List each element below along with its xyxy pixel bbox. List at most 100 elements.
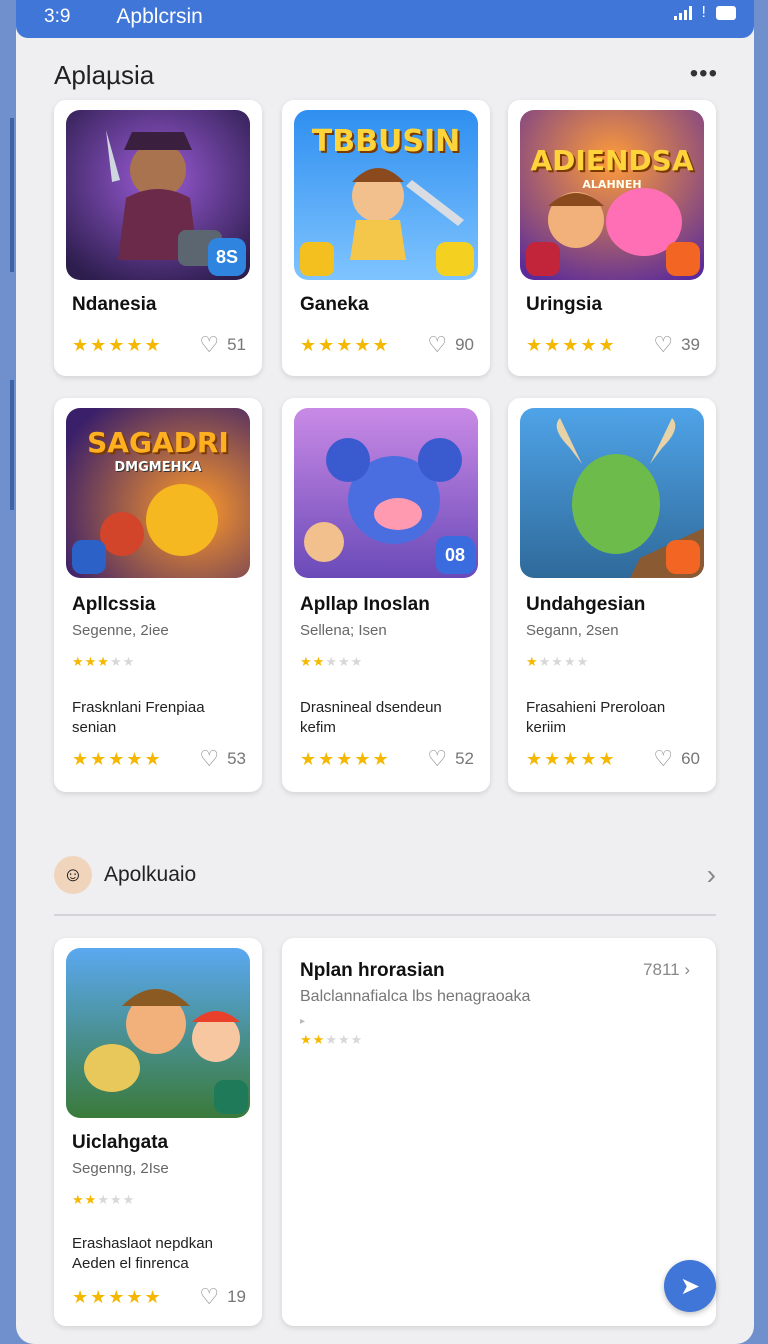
app-developer: Segenne, 2iee <box>72 622 169 639</box>
signal-icon <box>673 6 692 20</box>
like-count: 60 <box>681 749 700 768</box>
rating-row: ★★★★★ ♡ 53 <box>72 746 246 772</box>
play-icon: ▸ <box>300 1016 306 1027</box>
game-artwork <box>520 408 704 578</box>
likes: ♡ 39 <box>653 332 700 358</box>
app-name: Ganeka <box>300 294 369 315</box>
chevron-right-icon[interactable]: › <box>707 859 716 891</box>
small-star-rating: ★★★★★ <box>300 654 364 669</box>
app-thumbnail <box>520 408 704 578</box>
app-card[interactable]: TBBUSIN Ganeka ★★★★★ ♡ 90 <box>282 100 490 376</box>
likes: ♡ 51 <box>199 332 246 358</box>
app-description: Frasahieni Preroloan keriim <box>526 699 666 736</box>
game-title-art: ADIENDSA <box>530 144 694 177</box>
alert-icon: ! <box>701 4 706 21</box>
phone-screen: 3:9 Apblcrsin ! Aplaµsia ••• 8S Ndanesia… <box>16 0 754 1344</box>
app-title: Apblcrsin <box>116 5 203 28</box>
game-subtitle-art: ALAHNEH <box>582 178 642 191</box>
more-options-button[interactable]: ••• <box>690 60 718 88</box>
section-header[interactable]: ☺ Apolkuaio › <box>54 855 716 895</box>
likes: ♡ 53 <box>199 746 246 772</box>
star-rating: ★★★★★ <box>526 748 617 769</box>
app-name: Ndanesia <box>72 294 157 315</box>
status-bar: 3:9 Apblcrsin ! <box>16 0 754 38</box>
app-name: Uiclahgata <box>72 1132 169 1153</box>
like-count: 39 <box>681 335 700 354</box>
small-star-rating: ★★★★★ <box>72 654 136 669</box>
app-name: Apllap Inoslan <box>300 594 430 615</box>
app-card[interactable]: Uiclahgata Segenng, 2Ise ★★★★★ Erashasla… <box>54 938 262 1326</box>
heart-icon[interactable]: ♡ <box>653 332 673 358</box>
star-rating: ★★★★★ <box>526 334 617 355</box>
app-badge: 08 <box>436 536 474 574</box>
star-rating: ★★★★★ <box>72 1286 163 1307</box>
rating-row: ★★★★★ ♡ 90 <box>300 332 474 358</box>
detail-title: Nplan hrorasian <box>300 960 445 981</box>
small-star-rating: ★★★★★ <box>526 654 590 669</box>
likes: ♡ 19 <box>199 1284 246 1310</box>
star-rating: ★★★★★ <box>300 748 391 769</box>
likes: ♡ 90 <box>427 332 474 358</box>
app-developer: Segann, 2sen <box>526 622 619 639</box>
star-rating: ★★★★★ <box>300 334 391 355</box>
game-title-art: SAGADRI <box>87 426 229 459</box>
status-icons: ! <box>673 4 736 22</box>
likes: ♡ 60 <box>653 746 700 772</box>
section-title: Aplaµsia <box>54 60 155 90</box>
app-developer: Sellena; Isen <box>300 622 387 639</box>
app-description: Drasnineal dsendeun kefim <box>300 699 442 736</box>
rating-row: ★★★★★ ♡ 19 <box>72 1284 246 1310</box>
star-rating: ★★★★★ <box>72 334 163 355</box>
like-count: 53 <box>227 749 246 768</box>
app-card[interactable]: SAGADRI DMGMEHKA Apllcssia Segenne, 2iee… <box>54 398 262 792</box>
app-description: Frasknlani Frenpiaa senian <box>72 699 205 736</box>
app-name: Undahgesian <box>526 594 646 615</box>
app-name: Apllcssia <box>72 594 156 615</box>
small-star-rating: ★★★★★ <box>72 1192 136 1207</box>
app-thumbnail: ADIENDSA ALAHNEH <box>520 110 704 280</box>
chevron-right-icon: › <box>684 960 690 979</box>
game-subtitle-art: DMGMEHKA <box>114 460 202 475</box>
like-count: 90 <box>455 335 474 354</box>
app-developer: Segenng, 2Ise <box>72 1160 169 1177</box>
small-star-rating: ★★★★★ <box>300 1032 364 1047</box>
side-decoration <box>10 118 14 272</box>
heart-icon[interactable]: ♡ <box>427 332 447 358</box>
app-thumbnail: SAGADRI DMGMEHKA <box>66 408 250 578</box>
app-card[interactable]: ADIENDSA ALAHNEH Uringsia ★★★★★ ♡ 39 <box>508 100 716 376</box>
detail-subtitle: Balclannafialca lbs henagraoaka <box>300 988 531 1005</box>
rating-row: ★★★★★ ♡ 39 <box>526 332 700 358</box>
battery-icon <box>716 6 736 20</box>
rating-row: ★★★★★ ♡ 60 <box>526 746 700 772</box>
like-count: 51 <box>227 335 246 354</box>
app-card[interactable]: Undahgesian Segann, 2sen ★★★★★ Frasahien… <box>508 398 716 792</box>
section-label: Apolkuaio <box>104 863 197 886</box>
heart-icon[interactable]: ♡ <box>199 332 219 358</box>
app-thumbnail: TBBUSIN <box>294 110 478 280</box>
likes: ♡ 52 <box>427 746 474 772</box>
app-thumbnail: 08 <box>294 408 478 578</box>
detail-count[interactable]: 7811 › <box>643 960 690 980</box>
like-count: 19 <box>227 1287 246 1306</box>
send-button[interactable]: ➤ <box>664 1260 716 1312</box>
heart-icon[interactable]: ♡ <box>199 1284 219 1310</box>
app-badge: 8S <box>208 238 246 276</box>
app-card[interactable]: 8S Ndanesia ★★★★★ ♡ 51 <box>54 100 262 376</box>
game-title-art: TBBUSIN <box>311 124 461 159</box>
side-decoration <box>10 380 14 510</box>
heart-icon[interactable]: ♡ <box>427 746 447 772</box>
like-count: 52 <box>455 749 474 768</box>
app-description: Erashaslaot nepdkan Aeden el finrenca <box>72 1235 213 1272</box>
game-artwork <box>66 948 250 1118</box>
app-thumbnail: 8S <box>66 110 250 280</box>
detail-card[interactable]: Nplan hrorasian 7811 › Balclannafialca l… <box>282 938 716 1326</box>
game-artwork <box>520 110 704 280</box>
app-card[interactable]: 08 Apllap Inoslan Sellena; Isen ★★★★★ Dr… <box>282 398 490 792</box>
divider <box>54 914 716 916</box>
rating-row: ★★★★★ ♡ 52 <box>300 746 474 772</box>
heart-icon[interactable]: ♡ <box>199 746 219 772</box>
heart-icon[interactable]: ♡ <box>653 746 673 772</box>
star-rating: ★★★★★ <box>72 748 163 769</box>
send-icon: ➤ <box>679 1272 701 1300</box>
rating-row: ★★★★★ ♡ 51 <box>72 332 246 358</box>
